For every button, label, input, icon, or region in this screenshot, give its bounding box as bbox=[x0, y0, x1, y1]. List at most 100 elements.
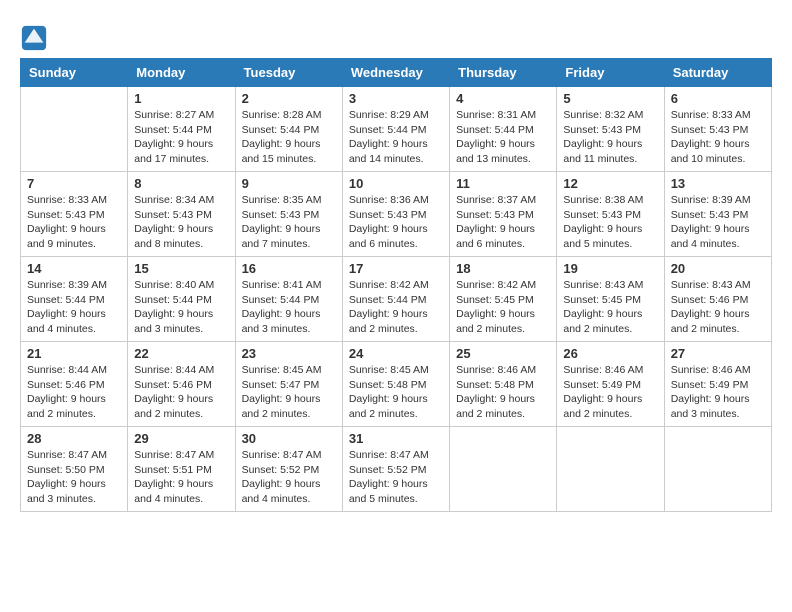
day-info: Sunrise: 8:35 AMSunset: 5:43 PMDaylight:… bbox=[242, 193, 336, 252]
calendar-cell bbox=[21, 87, 128, 172]
day-info: Sunrise: 8:44 AMSunset: 5:46 PMDaylight:… bbox=[134, 363, 228, 422]
calendar-cell: 10 Sunrise: 8:36 AMSunset: 5:43 PMDayligh… bbox=[342, 172, 449, 257]
calendar-cell: 26 Sunrise: 8:46 AMSunset: 5:49 PMDayligh… bbox=[557, 342, 664, 427]
header-row: SundayMondayTuesdayWednesdayThursdayFrid… bbox=[21, 59, 772, 87]
day-number: 10 bbox=[349, 176, 443, 191]
day-number: 2 bbox=[242, 91, 336, 106]
day-number: 11 bbox=[456, 176, 550, 191]
calendar-body: 1 Sunrise: 8:27 AMSunset: 5:44 PMDaylight… bbox=[21, 87, 772, 512]
col-header-sunday: Sunday bbox=[21, 59, 128, 87]
calendar-cell: 3Sunrise: 8:29 AMSunset: 5:44 PMDaylight… bbox=[342, 87, 449, 172]
calendar-cell: 5 Sunrise: 8:32 AMSunset: 5:43 PMDaylight… bbox=[557, 87, 664, 172]
day-number: 18 bbox=[456, 261, 550, 276]
col-header-tuesday: Tuesday bbox=[235, 59, 342, 87]
calendar-cell: 19 Sunrise: 8:43 AMSunset: 5:45 PMDayligh… bbox=[557, 257, 664, 342]
calendar-cell: 21 Sunrise: 8:44 AMSunset: 5:46 PMDayligh… bbox=[21, 342, 128, 427]
day-number: 25 bbox=[456, 346, 550, 361]
calendar-header: SundayMondayTuesdayWednesdayThursdayFrid… bbox=[21, 59, 772, 87]
week-row-4: 21 Sunrise: 8:44 AMSunset: 5:46 PMDayligh… bbox=[21, 342, 772, 427]
calendar-table: SundayMondayTuesdayWednesdayThursdayFrid… bbox=[20, 58, 772, 512]
calendar-cell: 29 Sunrise: 8:47 AMSunset: 5:51 PMDayligh… bbox=[128, 427, 235, 512]
day-info: Sunrise: 8:39 AMSunset: 5:43 PMDaylight:… bbox=[671, 193, 765, 252]
day-info: Sunrise: 8:36 AMSunset: 5:43 PMDaylight:… bbox=[349, 193, 443, 252]
day-info: Sunrise: 8:28 AMSunset: 5:44 PMDaylight:… bbox=[242, 108, 336, 167]
day-info: Sunrise: 8:33 AMSunset: 5:43 PMDaylight:… bbox=[671, 108, 765, 167]
day-number: 31 bbox=[349, 431, 443, 446]
day-number: 15 bbox=[134, 261, 228, 276]
calendar-cell: 9 Sunrise: 8:35 AMSunset: 5:43 PMDaylight… bbox=[235, 172, 342, 257]
calendar-cell: 15 Sunrise: 8:40 AMSunset: 5:44 PMDayligh… bbox=[128, 257, 235, 342]
day-number: 22 bbox=[134, 346, 228, 361]
day-info: Sunrise: 8:34 AMSunset: 5:43 PMDaylight:… bbox=[134, 193, 228, 252]
day-number: 6 bbox=[671, 91, 765, 106]
calendar-cell: 31 Sunrise: 8:47 AMSunset: 5:52 PMDayligh… bbox=[342, 427, 449, 512]
day-info: Sunrise: 8:44 AMSunset: 5:46 PMDaylight:… bbox=[27, 363, 121, 422]
day-info: Sunrise: 8:33 AMSunset: 5:43 PMDaylight:… bbox=[27, 193, 121, 252]
day-info: Sunrise: 8:46 AMSunset: 5:49 PMDaylight:… bbox=[563, 363, 657, 422]
calendar-cell: 1 Sunrise: 8:27 AMSunset: 5:44 PMDaylight… bbox=[128, 87, 235, 172]
calendar-cell: 16Sunrise: 8:41 AMSunset: 5:44 PMDayligh… bbox=[235, 257, 342, 342]
day-info: Sunrise: 8:32 AMSunset: 5:43 PMDaylight:… bbox=[563, 108, 657, 167]
day-number: 19 bbox=[563, 261, 657, 276]
day-number: 28 bbox=[27, 431, 121, 446]
logo-icon bbox=[20, 24, 48, 52]
week-row-1: 1 Sunrise: 8:27 AMSunset: 5:44 PMDaylight… bbox=[21, 87, 772, 172]
calendar-cell bbox=[557, 427, 664, 512]
day-number: 1 bbox=[134, 91, 228, 106]
day-number: 4 bbox=[456, 91, 550, 106]
day-number: 12 bbox=[563, 176, 657, 191]
day-info: Sunrise: 8:38 AMSunset: 5:43 PMDaylight:… bbox=[563, 193, 657, 252]
day-number: 3 bbox=[349, 91, 443, 106]
day-number: 29 bbox=[134, 431, 228, 446]
day-number: 9 bbox=[242, 176, 336, 191]
day-number: 20 bbox=[671, 261, 765, 276]
calendar-cell: 4 Sunrise: 8:31 AMSunset: 5:44 PMDaylight… bbox=[450, 87, 557, 172]
calendar-cell: 20Sunrise: 8:43 AMSunset: 5:46 PMDayligh… bbox=[664, 257, 771, 342]
day-number: 13 bbox=[671, 176, 765, 191]
day-number: 5 bbox=[563, 91, 657, 106]
day-info: Sunrise: 8:39 AMSunset: 5:44 PMDaylight:… bbox=[27, 278, 121, 337]
page-header bbox=[20, 20, 772, 52]
calendar-cell: 6 Sunrise: 8:33 AMSunset: 5:43 PMDaylight… bbox=[664, 87, 771, 172]
calendar-cell: 22 Sunrise: 8:44 AMSunset: 5:46 PMDayligh… bbox=[128, 342, 235, 427]
week-row-3: 14Sunrise: 8:39 AMSunset: 5:44 PMDayligh… bbox=[21, 257, 772, 342]
day-info: Sunrise: 8:27 AMSunset: 5:44 PMDaylight:… bbox=[134, 108, 228, 167]
day-number: 21 bbox=[27, 346, 121, 361]
week-row-2: 7Sunrise: 8:33 AMSunset: 5:43 PMDaylight… bbox=[21, 172, 772, 257]
day-info: Sunrise: 8:47 AMSunset: 5:50 PMDaylight:… bbox=[27, 448, 121, 507]
calendar-cell: 8 Sunrise: 8:34 AMSunset: 5:43 PMDaylight… bbox=[128, 172, 235, 257]
day-info: Sunrise: 8:41 AMSunset: 5:44 PMDaylight:… bbox=[242, 278, 336, 337]
calendar-cell: 27 Sunrise: 8:46 AMSunset: 5:49 PMDayligh… bbox=[664, 342, 771, 427]
col-header-wednesday: Wednesday bbox=[342, 59, 449, 87]
col-header-monday: Monday bbox=[128, 59, 235, 87]
calendar-cell: 18 Sunrise: 8:42 AMSunset: 5:45 PMDayligh… bbox=[450, 257, 557, 342]
calendar-cell: 7Sunrise: 8:33 AMSunset: 5:43 PMDaylight… bbox=[21, 172, 128, 257]
day-number: 27 bbox=[671, 346, 765, 361]
day-info: Sunrise: 8:42 AMSunset: 5:45 PMDaylight:… bbox=[456, 278, 550, 337]
day-info: Sunrise: 8:47 AMSunset: 5:52 PMDaylight:… bbox=[349, 448, 443, 507]
day-info: Sunrise: 8:40 AMSunset: 5:44 PMDaylight:… bbox=[134, 278, 228, 337]
day-info: Sunrise: 8:42 AMSunset: 5:44 PMDaylight:… bbox=[349, 278, 443, 337]
day-info: Sunrise: 8:46 AMSunset: 5:48 PMDaylight:… bbox=[456, 363, 550, 422]
day-number: 17 bbox=[349, 261, 443, 276]
day-info: Sunrise: 8:43 AMSunset: 5:45 PMDaylight:… bbox=[563, 278, 657, 337]
day-info: Sunrise: 8:31 AMSunset: 5:44 PMDaylight:… bbox=[456, 108, 550, 167]
calendar-cell: 23 Sunrise: 8:45 AMSunset: 5:47 PMDayligh… bbox=[235, 342, 342, 427]
calendar-cell: 13 Sunrise: 8:39 AMSunset: 5:43 PMDayligh… bbox=[664, 172, 771, 257]
day-info: Sunrise: 8:47 AMSunset: 5:51 PMDaylight:… bbox=[134, 448, 228, 507]
calendar-cell: 2 Sunrise: 8:28 AMSunset: 5:44 PMDaylight… bbox=[235, 87, 342, 172]
day-number: 8 bbox=[134, 176, 228, 191]
day-number: 24 bbox=[349, 346, 443, 361]
day-info: Sunrise: 8:46 AMSunset: 5:49 PMDaylight:… bbox=[671, 363, 765, 422]
calendar-cell: 30 Sunrise: 8:47 AMSunset: 5:52 PMDayligh… bbox=[235, 427, 342, 512]
calendar-cell: 24Sunrise: 8:45 AMSunset: 5:48 PMDayligh… bbox=[342, 342, 449, 427]
calendar-cell bbox=[450, 427, 557, 512]
day-number: 26 bbox=[563, 346, 657, 361]
calendar-cell: 28 Sunrise: 8:47 AMSunset: 5:50 PMDayligh… bbox=[21, 427, 128, 512]
day-number: 23 bbox=[242, 346, 336, 361]
calendar-cell: 12 Sunrise: 8:38 AMSunset: 5:43 PMDayligh… bbox=[557, 172, 664, 257]
day-info: Sunrise: 8:45 AMSunset: 5:47 PMDaylight:… bbox=[242, 363, 336, 422]
day-info: Sunrise: 8:47 AMSunset: 5:52 PMDaylight:… bbox=[242, 448, 336, 507]
day-number: 30 bbox=[242, 431, 336, 446]
col-header-saturday: Saturday bbox=[664, 59, 771, 87]
